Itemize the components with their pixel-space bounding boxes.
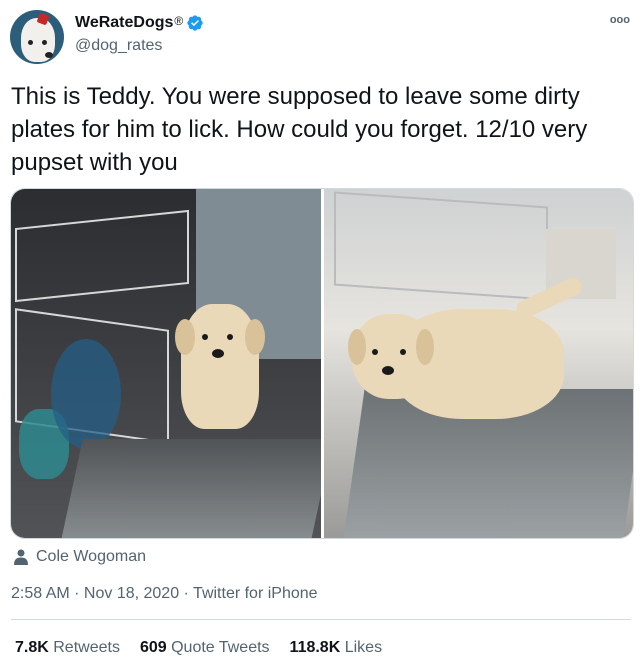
dog-avatar-face xyxy=(21,18,55,62)
tweet-source[interactable]: Twitter for iPhone xyxy=(193,585,318,602)
divider xyxy=(11,619,631,620)
quote-tweets-count: 609 xyxy=(139,639,167,656)
registered-mark: ® xyxy=(174,14,184,28)
likes-count: 118.8K xyxy=(289,639,341,656)
media-credit: Cole Wogoman xyxy=(14,546,146,568)
puppy-in-dishwasher-photo[interactable] xyxy=(11,189,321,538)
person-icon xyxy=(14,549,28,565)
tweet-date[interactable]: Nov 18, 2020 xyxy=(84,585,179,602)
tweet-meta: 2:58 AM · Nov 18, 2020 · Twitter for iPh… xyxy=(11,583,318,605)
tweet-stats: 7.8K Retweets 609 Quote Tweets 118.8K Li… xyxy=(15,637,382,659)
quote-tweets-label: Quote Tweets xyxy=(171,639,270,656)
more-options-icon[interactable]: ooo xyxy=(610,14,630,26)
puppy-on-dishwasher-door-photo[interactable] xyxy=(323,189,633,538)
quote-tweets-stat[interactable]: 609 Quote Tweets xyxy=(140,637,270,659)
meta-separator: · xyxy=(69,585,84,602)
avatar[interactable] xyxy=(10,10,64,64)
handle[interactable]: @dog_rates xyxy=(75,37,204,55)
retweets-stat[interactable]: 7.8K Retweets xyxy=(15,637,120,659)
retweets-label: Retweets xyxy=(53,639,120,656)
retweets-count: 7.8K xyxy=(15,639,49,656)
tweet-header: WeRateDogs ® @dog_rates ooo xyxy=(10,6,634,64)
credit-name[interactable]: Cole Wogoman xyxy=(36,548,146,566)
likes-stat[interactable]: 118.8K Likes xyxy=(290,637,383,659)
display-name[interactable]: WeRateDogs xyxy=(75,14,173,32)
tweet-time[interactable]: 2:58 AM xyxy=(11,585,70,602)
tweet-media[interactable] xyxy=(10,188,634,539)
likes-label: Likes xyxy=(344,639,383,656)
tweet-text: This is Teddy. You were supposed to leav… xyxy=(11,83,588,176)
verified-badge-icon xyxy=(187,15,203,31)
author-names: WeRateDogs ® @dog_rates xyxy=(75,12,204,55)
meta-separator: · xyxy=(179,585,194,602)
